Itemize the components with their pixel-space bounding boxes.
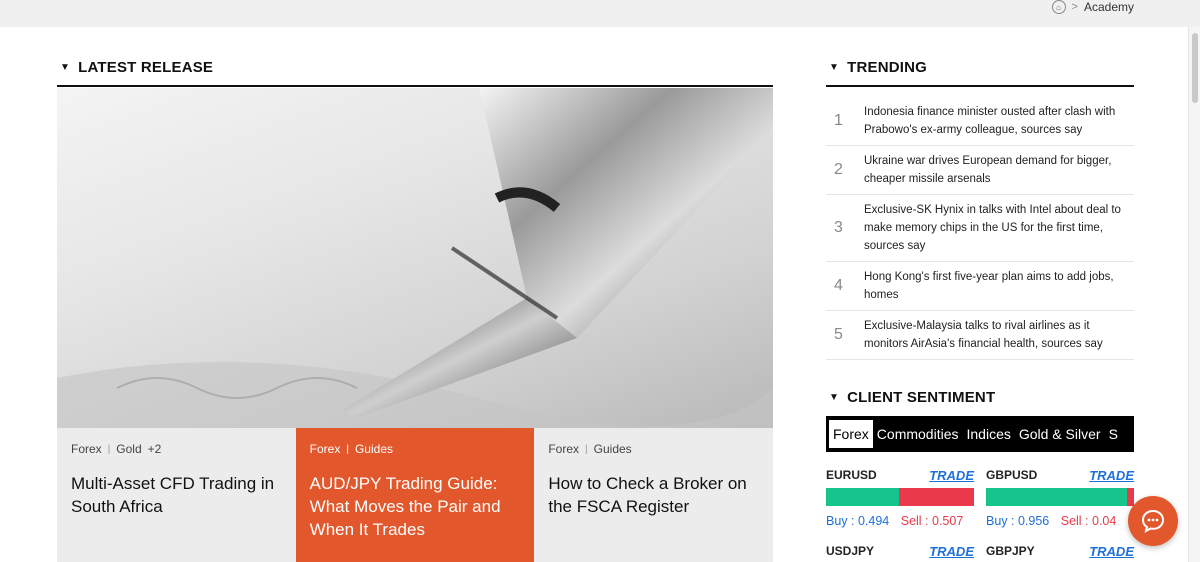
tag-more[interactable]: +2 bbox=[148, 442, 162, 456]
scrollbar[interactable] bbox=[1188, 27, 1200, 562]
trending-rank: 2 bbox=[834, 161, 843, 178]
sentiment-bar bbox=[986, 488, 1134, 506]
buy-value: Buy : 0.494 bbox=[826, 514, 890, 528]
card-tags: Forex | Gold +2 bbox=[71, 442, 282, 456]
sentiment-tabs: Forex Commodities Indices Gold & Silver … bbox=[826, 416, 1134, 452]
breadcrumb-current[interactable]: Academy bbox=[1084, 0, 1134, 14]
trending-rank: 4 bbox=[834, 277, 843, 294]
article-card-active[interactable]: Forex | Guides AUD/JPY Trading Guide: Wh… bbox=[295, 428, 535, 562]
fountain-pen-illustration bbox=[57, 88, 773, 428]
tag-link[interactable]: Forex bbox=[71, 442, 102, 456]
pair-name: USDJPY bbox=[826, 544, 875, 558]
card-title[interactable]: How to Check a Broker on the FSCA Regist… bbox=[548, 472, 759, 518]
tag-link[interactable]: Gold bbox=[116, 442, 141, 456]
trending-rank: 1 bbox=[834, 112, 843, 129]
trending-rank: 5 bbox=[834, 326, 843, 343]
pair-name: GBPUSD bbox=[986, 468, 1038, 482]
sentiment-pair: EURUSD TRADE Buy : 0.494 Sell : 0.507 bbox=[826, 466, 974, 528]
sell-bar bbox=[1127, 488, 1134, 506]
trending-title: TRENDING bbox=[847, 59, 928, 76]
caret-down-icon: ▼ bbox=[829, 62, 840, 73]
caret-down-icon: ▼ bbox=[829, 392, 840, 403]
trending-heading: ▼ TRENDING bbox=[829, 59, 927, 76]
trending-item[interactable]: 5 Exclusive-Malaysia talks to rival airl… bbox=[826, 311, 1134, 360]
hero-image[interactable] bbox=[57, 88, 773, 428]
latest-release-heading: ▼ LATEST RELEASE bbox=[60, 59, 213, 76]
trade-link[interactable]: TRADE bbox=[1089, 544, 1134, 559]
tab-indices[interactable]: Indices bbox=[963, 420, 1015, 448]
breadcrumb: ⌂ > Academy bbox=[1051, 0, 1134, 14]
tag-separator: | bbox=[346, 443, 349, 455]
chat-button[interactable] bbox=[1128, 496, 1178, 546]
trending-headline[interactable]: Exclusive-SK Hynix in talks with Intel a… bbox=[864, 201, 1134, 255]
card-tags: Forex | Guides bbox=[548, 442, 759, 456]
pair-name: EURUSD bbox=[826, 468, 877, 482]
trade-link[interactable]: TRADE bbox=[929, 468, 974, 483]
tab-forex[interactable]: Forex bbox=[829, 420, 873, 448]
buy-bar bbox=[986, 488, 1127, 506]
tag-link[interactable]: Guides bbox=[355, 442, 393, 456]
scrollbar-thumb[interactable] bbox=[1192, 33, 1198, 103]
breadcrumb-separator: > bbox=[1071, 1, 1078, 13]
latest-release-title: LATEST RELEASE bbox=[78, 59, 214, 76]
home-icon[interactable]: ⌂ bbox=[1051, 0, 1066, 14]
trending-item[interactable]: 2 Ukraine war drives European demand for… bbox=[826, 146, 1134, 195]
trending-list: 1 Indonesia finance minister ousted afte… bbox=[826, 97, 1134, 360]
sentiment-bar bbox=[826, 488, 974, 506]
trending-rank: 3 bbox=[834, 219, 843, 236]
article-card[interactable]: Forex | Gold +2 Multi-Asset CFD Trading … bbox=[57, 428, 296, 562]
sentiment-pair: USDJPY TRADE bbox=[826, 542, 974, 560]
trending-item[interactable]: 3 Exclusive-SK Hynix in talks with Intel… bbox=[826, 195, 1134, 262]
top-bar: ⌂ > Academy bbox=[0, 0, 1200, 27]
article-cards: Forex | Gold +2 Multi-Asset CFD Trading … bbox=[57, 428, 774, 562]
tag-link[interactable]: Guides bbox=[594, 442, 632, 456]
trending-headline[interactable]: Ukraine war drives European demand for b… bbox=[864, 152, 1134, 188]
section-divider bbox=[826, 85, 1134, 87]
tag-link[interactable]: Forex bbox=[548, 442, 579, 456]
buy-value: Buy : 0.956 bbox=[986, 514, 1050, 528]
sell-bar bbox=[899, 488, 974, 506]
tag-separator: | bbox=[107, 443, 111, 455]
tab-overflow[interactable]: S bbox=[1105, 420, 1122, 448]
client-sentiment-title: CLIENT SENTIMENT bbox=[847, 389, 996, 406]
sentiment-pair: GBPJPY TRADE bbox=[986, 542, 1134, 560]
trending-item[interactable]: 4 Hong Kong's first five-year plan aims … bbox=[826, 262, 1134, 311]
article-card[interactable]: Forex | Guides How to Check a Broker on … bbox=[534, 428, 774, 562]
trending-headline[interactable]: Hong Kong's first five-year plan aims to… bbox=[864, 268, 1134, 304]
sell-value: Sell : 0.04 bbox=[1060, 514, 1117, 528]
trade-link[interactable]: TRADE bbox=[929, 544, 974, 559]
sell-value: Sell : 0.507 bbox=[900, 514, 964, 528]
trending-item[interactable]: 1 Indonesia finance minister ousted afte… bbox=[826, 97, 1134, 146]
trending-headline[interactable]: Exclusive-Malaysia talks to rival airlin… bbox=[864, 317, 1134, 353]
buy-bar bbox=[826, 488, 899, 506]
trade-link[interactable]: TRADE bbox=[1089, 468, 1134, 483]
chat-bubble-icon bbox=[1141, 509, 1165, 533]
trending-headline[interactable]: Indonesia finance minister ousted after … bbox=[864, 103, 1134, 139]
tag-separator: | bbox=[585, 443, 588, 455]
tag-link[interactable]: Forex bbox=[310, 442, 341, 456]
pair-name: GBPJPY bbox=[986, 544, 1035, 558]
tab-commodities[interactable]: Commodities bbox=[873, 420, 963, 448]
card-title[interactable]: AUD/JPY Trading Guide: What Moves the Pa… bbox=[310, 472, 521, 541]
section-divider bbox=[57, 85, 773, 87]
tab-gold-silver[interactable]: Gold & Silver bbox=[1015, 420, 1105, 448]
client-sentiment-heading: ▼ CLIENT SENTIMENT bbox=[829, 389, 995, 406]
sentiment-pair: GBPUSD TRADE Buy : 0.956 Sell : 0.04 bbox=[986, 466, 1134, 528]
card-tags: Forex | Guides bbox=[310, 442, 521, 456]
card-title[interactable]: Multi-Asset CFD Trading in South Africa bbox=[71, 472, 282, 518]
caret-down-icon: ▼ bbox=[60, 62, 71, 73]
